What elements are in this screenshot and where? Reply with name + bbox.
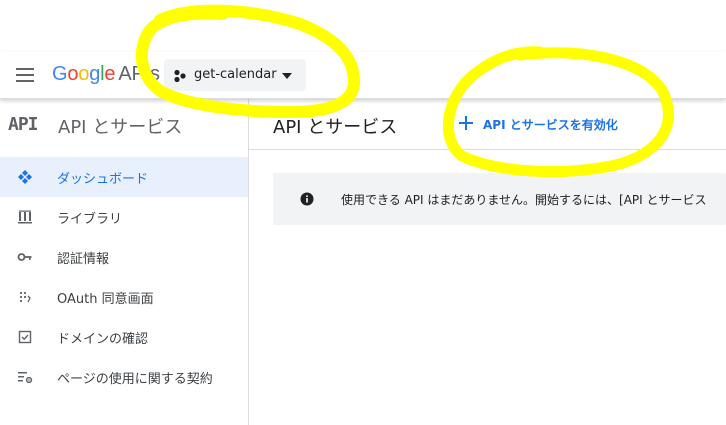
key-icon — [17, 253, 32, 261]
library-icon — [18, 210, 32, 224]
google-wordmark: Google — [52, 63, 116, 85]
sidebar-item-label: ダッシュボード — [57, 172, 149, 187]
settings-list-icon — [18, 372, 33, 384]
divider — [249, 149, 726, 150]
sidebar-item-page-usage-agreements[interactable]: ページの使用に関する契約 — [0, 357, 248, 397]
sidebar-item-label: 認証情報 — [57, 252, 110, 267]
sidebar-item-label: ページの使用に関する契約 — [57, 372, 213, 387]
sidebar: API API とサービス ダッシュボード ライブラリ 認証情報 OAuth 同… — [0, 99, 249, 425]
sidebar-item-label: ライブラリ — [57, 212, 123, 227]
sidebar-item-domain-verification[interactable]: ドメインの確認 — [0, 317, 248, 357]
main-content: API とサービス API とサービスを有効化 使用できる API はまだありま… — [249, 99, 726, 425]
page-title: API とサービス — [273, 117, 398, 138]
info-banner: 使用できる API はまだありません。開始するには、[API とサービス — [273, 173, 726, 225]
oauth-consent-icon — [19, 291, 31, 303]
dashboard-icon — [18, 170, 32, 184]
info-message: 使用できる API はまだありません。開始するには、[API とサービス — [341, 193, 707, 207]
apis-wordmark: APIs — [118, 63, 160, 85]
chevron-down-icon — [282, 73, 292, 79]
sidebar-item-oauth-consent[interactable]: OAuth 同意画面 — [0, 277, 248, 317]
project-name: get-calendar — [194, 67, 277, 82]
plus-icon — [459, 116, 473, 130]
google-apis-logo[interactable]: Google APIs — [52, 63, 160, 86]
sidebar-item-credentials[interactable]: 認証情報 — [0, 237, 248, 277]
top-app-bar: Google APIs get-calendar — [0, 52, 726, 99]
sidebar-header: API API とサービス — [0, 99, 248, 151]
enable-apis-label: API とサービスを有効化 — [483, 118, 618, 132]
info-icon — [300, 192, 314, 206]
project-selector[interactable]: get-calendar — [164, 59, 306, 91]
hamburger-menu-icon[interactable] — [16, 68, 34, 82]
top-blank-area — [0, 0, 726, 52]
api-logo-icon: API — [8, 114, 38, 135]
sidebar-title: API とサービス — [58, 117, 183, 138]
sidebar-item-label: OAuth 同意画面 — [57, 292, 154, 307]
sidebar-item-label: ドメインの確認 — [57, 332, 149, 347]
project-dots-icon — [174, 69, 186, 83]
checkbox-icon — [18, 330, 32, 344]
sidebar-item-dashboard[interactable]: ダッシュボード — [0, 157, 248, 197]
sidebar-item-library[interactable]: ライブラリ — [0, 197, 248, 237]
